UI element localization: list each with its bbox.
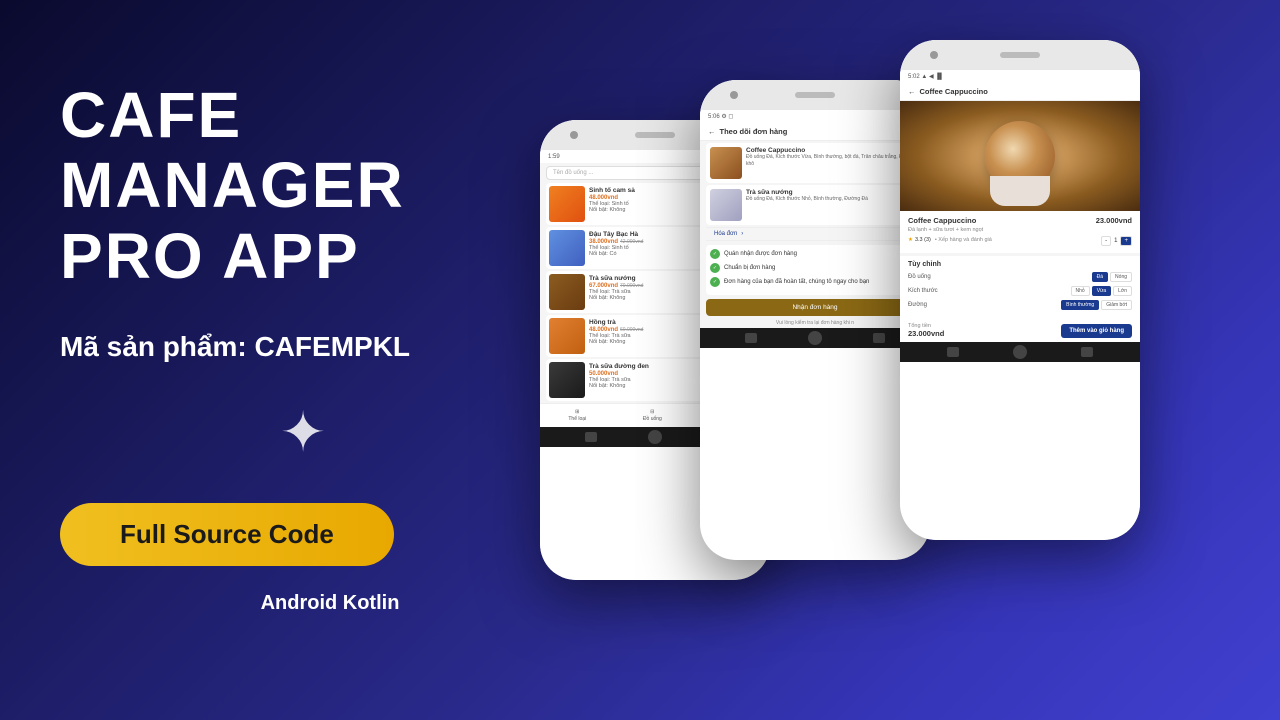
product-image [900, 101, 1140, 211]
full-source-code-button[interactable]: Full Source Code [60, 503, 394, 566]
order-thumb-milk [710, 189, 742, 221]
phone-1-camera [570, 131, 578, 139]
kich-thuoc-row: Kích thước Nhỏ Vừa Lớn [908, 286, 1132, 296]
status-dot-1 [710, 249, 720, 259]
phone-3-header: ← Coffee Cappuccino [900, 83, 1140, 101]
chip-lon[interactable]: Lớn [1113, 286, 1132, 296]
phone-2-screen: 5:06 ⚙ ◻ ← Theo dõi đơn hàng Coffee Capp… [700, 110, 930, 328]
hoa-don-row[interactable]: Hóa đơn › [706, 227, 924, 241]
phone-2: 5:06 ⚙ ◻ ← Theo dõi đơn hàng Coffee Capp… [700, 80, 930, 560]
star-decoration [280, 400, 326, 464]
rating-row: ★ 3.3 (3) • Xếp hàng và đánh giá [908, 237, 992, 243]
status-section: Quán nhận được đơn hàng Chuẩn bị đơn hàn… [706, 245, 924, 295]
chip-nong[interactable]: Nóng [1110, 272, 1132, 282]
add-cart-btn[interactable]: Thêm vào giỏ hàng [1061, 324, 1132, 338]
phone-3: 5:02 ▲ ◀ ▐▌ ← Coffee Cappuccino Coffee C… [900, 40, 1140, 540]
order-thumb-capu [710, 147, 742, 179]
cappuccino-visual [900, 101, 1140, 211]
drink-thumb-3 [549, 274, 585, 310]
confirm-btn[interactable]: Nhận đơn hàng [706, 299, 924, 316]
do-uong-row: Đồ uống Đá Nóng [908, 272, 1132, 282]
chip-da[interactable]: Đá [1092, 272, 1108, 282]
phone-3-top [900, 40, 1140, 70]
chip-nho[interactable]: Nhỏ [1071, 286, 1090, 296]
phone-3-speaker [1000, 52, 1040, 58]
phone-2-body: 5:06 ⚙ ◻ ← Theo dõi đơn hàng Coffee Capp… [700, 80, 930, 560]
order-item-1: Coffee Cappuccino Đồ uống Đá, Kích thước… [706, 143, 924, 183]
duong-row: Đường Bình thường Giảm bớt [908, 300, 1132, 310]
drink-thumb-4 [549, 318, 585, 354]
phone-2-status: 5:06 ⚙ ◻ [700, 110, 930, 123]
phone-3-camera [930, 51, 938, 59]
total-row: Tổng tiền 23.000vnd Thêm vào giỏ hàng [900, 319, 1140, 342]
phone-3-body: 5:02 ▲ ◀ ▐▌ ← Coffee Cappuccino Coffee C… [900, 40, 1140, 540]
status-dot-2 [710, 263, 720, 273]
drink-thumb-5 [549, 362, 585, 398]
drink-thumb-2 [549, 230, 585, 266]
drink-thumb-1 [549, 186, 585, 222]
phone-3-status: 5:02 ▲ ◀ ▐▌ [900, 70, 1140, 83]
customize-section: Tùy chỉnh Đồ uống Đá Nóng Kích thước Nhỏ… [900, 253, 1140, 319]
chip-giam-bot[interactable]: Giảm bớt [1101, 300, 1132, 310]
confirm-note: Vui lòng kiểm tra lại đơn hàng khi n [706, 320, 924, 326]
phones-container: 1:59 ⚙ ◻ Tên đồ uống ... Sinh tố cam sả … [500, 0, 1280, 720]
phone-1-speaker [635, 132, 675, 138]
phone-3-home-bar [900, 342, 1140, 362]
phone-2-top [700, 80, 930, 110]
chip-vua[interactable]: Vừa [1092, 286, 1111, 296]
phone-2-header: ← Theo dõi đơn hàng [700, 123, 930, 141]
phone-2-camera [730, 91, 738, 99]
phone-2-home-bar [700, 328, 930, 348]
cappuccino-cup [990, 176, 1050, 206]
phone-2-speaker [795, 92, 835, 98]
phone-3-screen: 5:02 ▲ ◀ ▐▌ ← Coffee Cappuccino Coffee C… [900, 70, 1140, 342]
chip-binh-thuong[interactable]: Bình thường [1061, 300, 1099, 310]
status-dot-3 [710, 277, 720, 287]
product-detail-section: Coffee Cappuccino 23.000vnd Đá lạnh + sữ… [900, 211, 1140, 253]
order-item-2: Trà sữa nướng Đồ uống Đá, Kích thước Nhỏ… [706, 185, 924, 225]
